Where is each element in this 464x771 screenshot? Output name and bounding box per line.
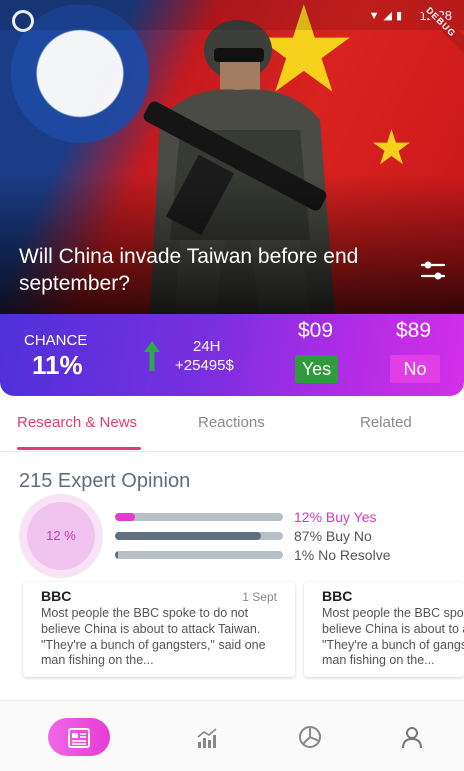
opinion-bar-no-fill: [115, 532, 262, 540]
buy-no-button[interactable]: No: [390, 355, 440, 383]
buy-yes-button[interactable]: Yes: [295, 355, 338, 383]
opinion-bar-yes: [115, 513, 283, 521]
no-price: $89: [396, 319, 432, 342]
trend-up-icon: [144, 341, 160, 371]
profile-icon[interactable]: [400, 725, 424, 749]
tab-reactions[interactable]: Reactions: [198, 414, 265, 431]
active-tab-indicator: [17, 447, 141, 450]
news-card[interactable]: BBC Most people the BBC spoke to do not …: [304, 582, 464, 677]
signal-battery-icon: ▼◢▮: [368, 10, 406, 22]
yes-price: $09: [298, 319, 334, 342]
period-change: +25495$: [175, 357, 234, 374]
tab-bar: Research & News Reactions Related: [0, 400, 464, 452]
opinion-label-resolve: 1% No Resolve: [294, 547, 391, 563]
period-label: 24H: [193, 338, 221, 355]
news-icon[interactable]: [67, 726, 91, 750]
opinion-bar-resolve: [115, 551, 283, 559]
news-date: 1 Sept: [242, 590, 277, 604]
news-source: BBC: [322, 588, 353, 604]
pie-chart-icon[interactable]: [298, 725, 322, 749]
opinion-label-yes: 12% Buy Yes: [294, 509, 377, 525]
market-stats-bar: CHANCE 11% 24H +25495$ $09 $89 Yes No: [0, 314, 464, 396]
expert-opinion-title: 215 Expert Opinion: [19, 470, 191, 492]
tab-related[interactable]: Related: [360, 414, 412, 431]
bottom-navigation: [0, 700, 464, 771]
star-graphic-small: ★: [370, 122, 414, 175]
news-card[interactable]: BBC 1 Sept Most people the BBC spoke to …: [23, 582, 295, 677]
app-logo-icon: [12, 10, 34, 32]
expert-circle-value: 12 %: [46, 528, 76, 543]
chart-icon[interactable]: [195, 726, 219, 750]
opinion-label-no: 87% Buy No: [294, 528, 372, 544]
chance-value: 11%: [32, 350, 83, 380]
news-excerpt: Most people the BBC spoke to do not beli…: [322, 606, 464, 668]
filter-icon[interactable]: [420, 258, 446, 282]
tab-research-news[interactable]: Research & News: [17, 414, 137, 431]
chance-label: CHANCE: [24, 332, 88, 349]
market-title: Will China invade Taiwan before end sept…: [19, 245, 359, 295]
opinion-bar-no: [115, 532, 283, 540]
news-source: BBC: [41, 588, 72, 604]
news-excerpt: Most people the BBC spoke to do not beli…: [41, 606, 266, 668]
opinion-bar-resolve-fill: [115, 551, 119, 559]
hero-image: ★ ★ ▼◢▮ 12:28 DEBUG Will China invade Ta…: [0, 0, 464, 314]
opinion-bar-yes-fill: [115, 513, 136, 521]
